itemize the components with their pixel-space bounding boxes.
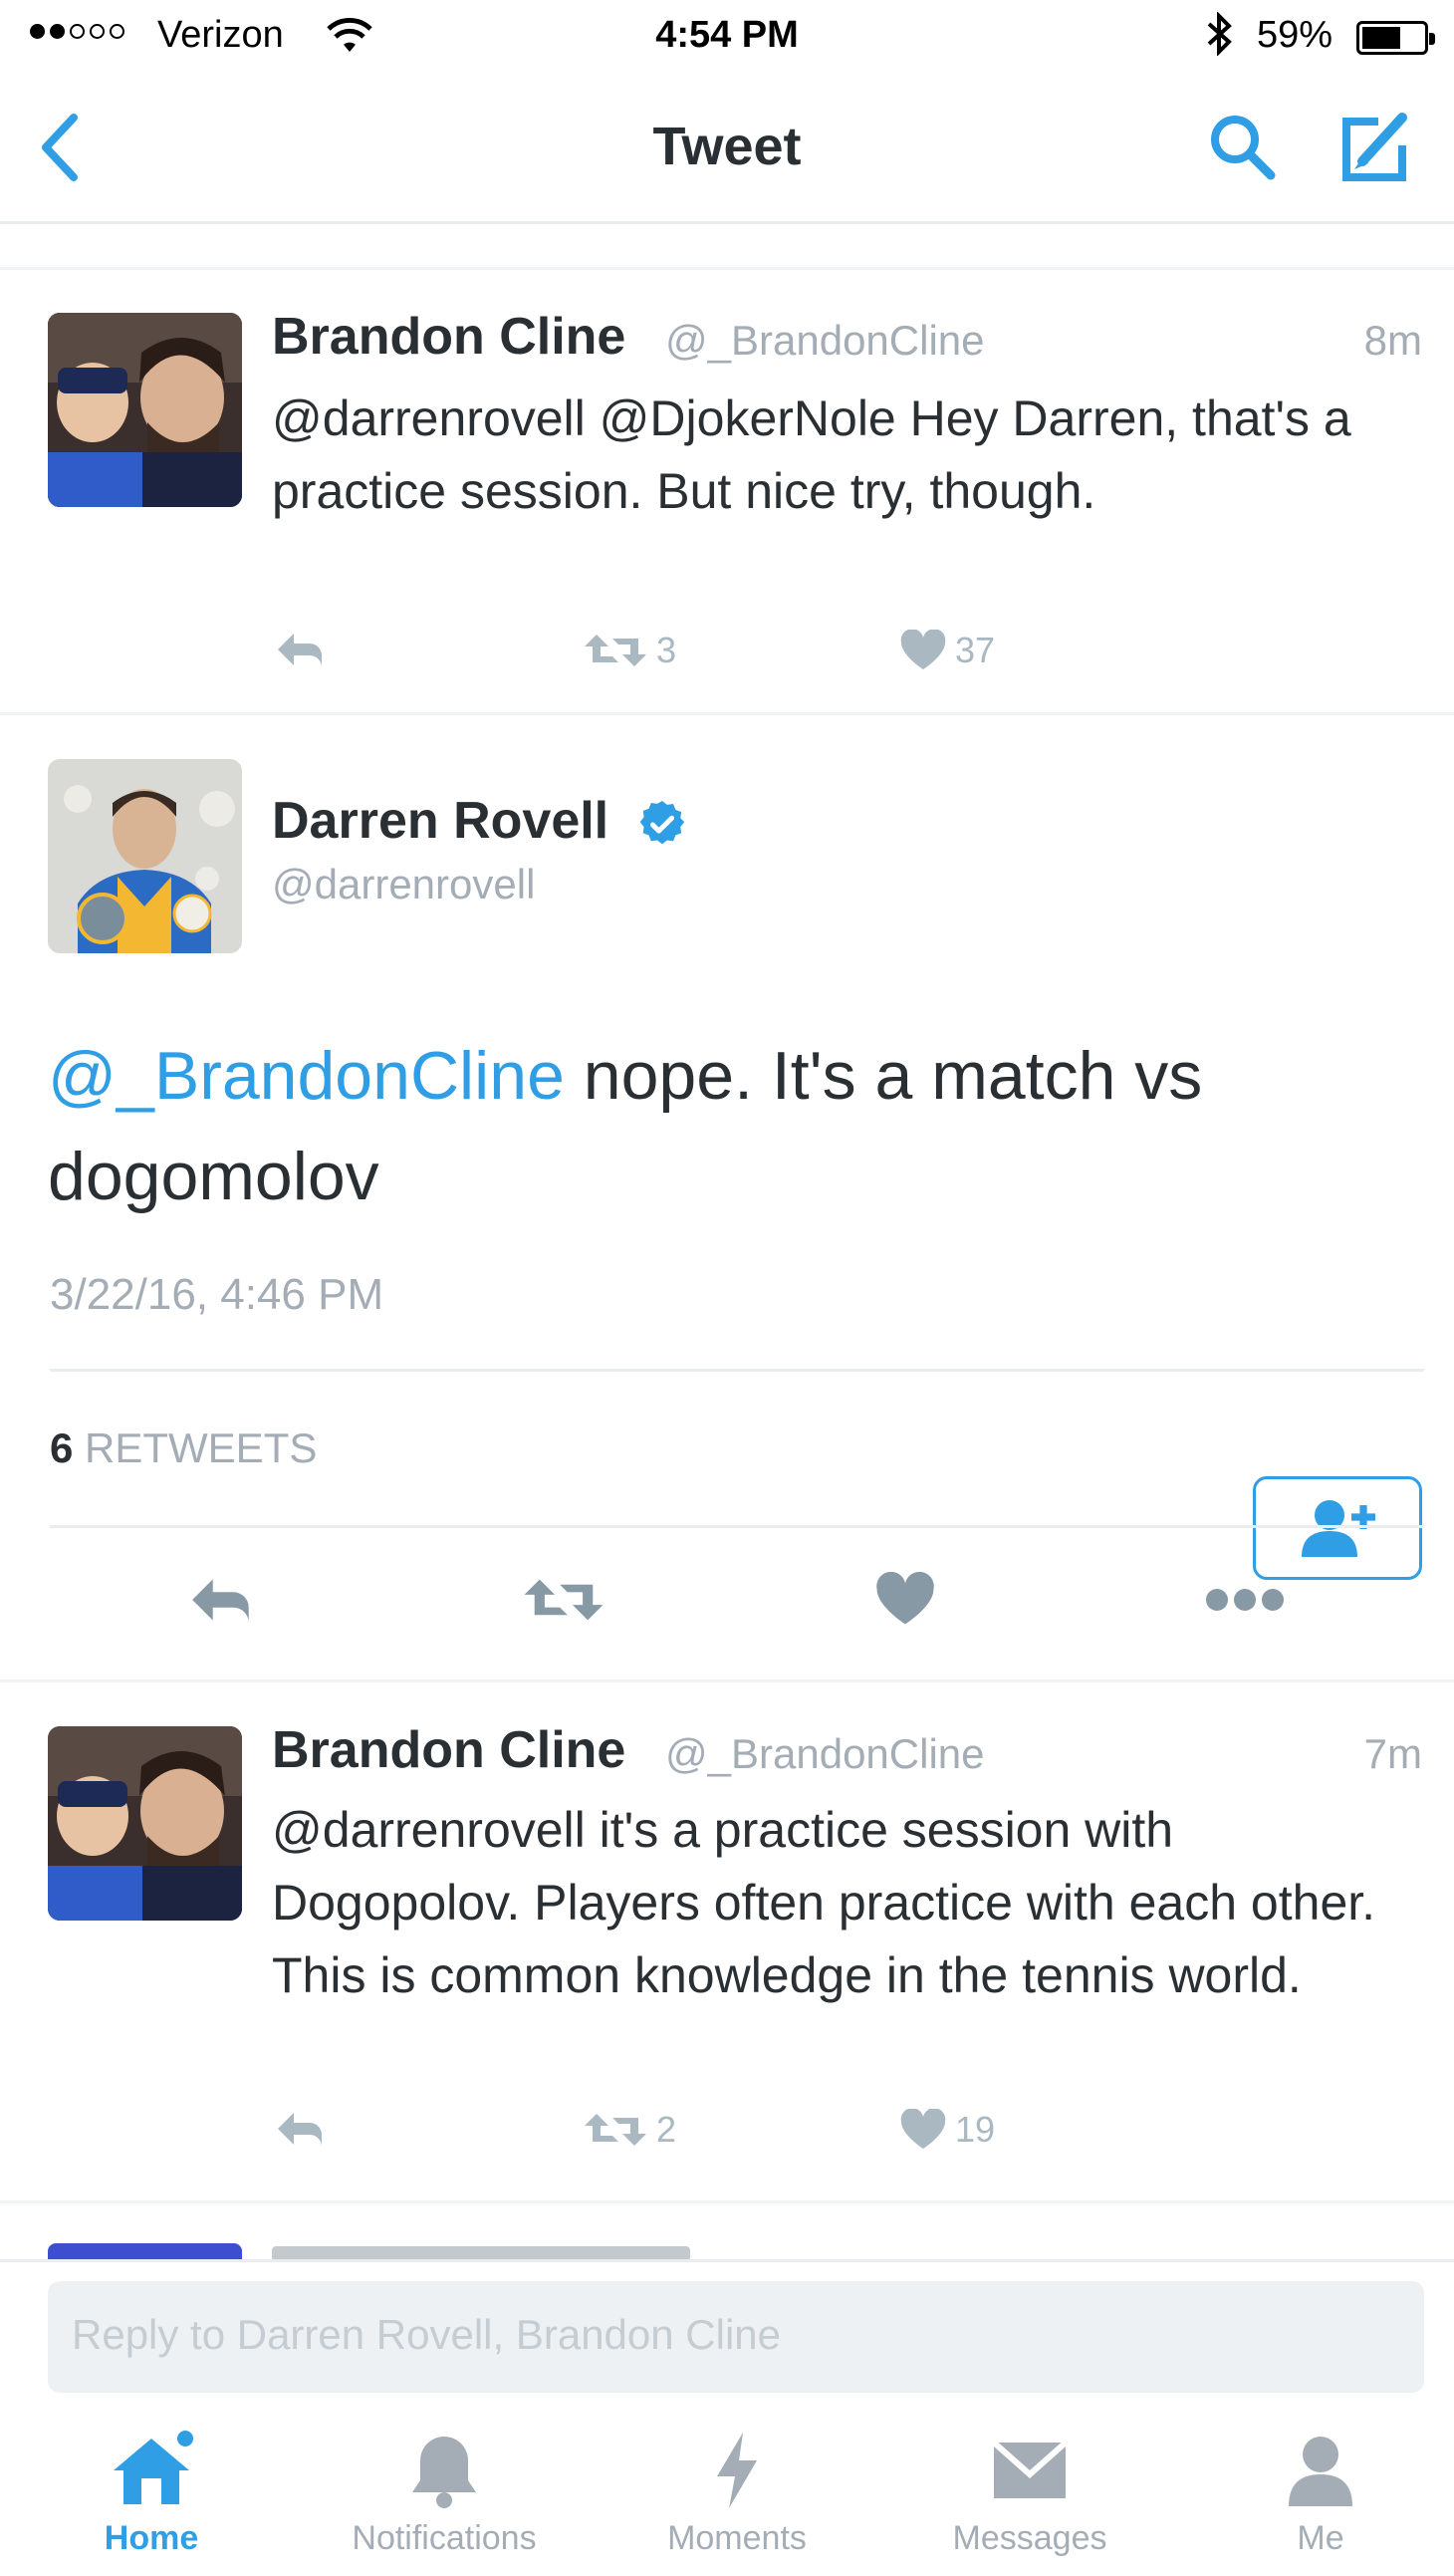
tab-label: Moments [667,2519,807,2557]
divider [50,1525,1424,1528]
tweet-text: @darrenrovell it's a practice session wi… [272,1802,1376,2003]
status-time: 4:54 PM [655,14,799,56]
like-button[interactable]: 37 [899,630,995,671]
divider [50,1369,1424,1372]
retweet-button[interactable] [522,1574,606,1631]
like-button[interactable]: 19 [899,2109,995,2151]
retweet-count: 3 [656,630,677,670]
retweet-button[interactable]: 2 [583,2109,676,2151]
envelope-icon [992,2440,1068,2498]
author-name[interactable]: Darren Rovell [272,791,608,851]
tweet-reply-below[interactable]: Brandon Cline @_BrandonCline 7m @darrenr… [0,1682,1454,2200]
retweet-icon [585,2114,646,2146]
tab-label: Home [104,2519,199,2557]
heart-icon [876,1571,934,1625]
reply-icon [192,1579,249,1624]
tweet-time: 8m [1363,317,1422,364]
avatar[interactable] [48,1726,242,1921]
heart-icon [900,630,946,669]
tab-label: Messages [952,2519,1107,2557]
tab-home[interactable]: Home [22,2431,281,2558]
tab-label: Notifications [352,2519,537,2557]
tab-moments[interactable]: Moments [607,2431,866,2558]
author-name[interactable]: Brandon Cline [272,1720,625,1780]
app: Verizon 4:54 PM 59% Tweet Brandon Cline … [0,0,1454,2576]
tab-me[interactable]: Me [1191,2431,1450,2558]
compose-icon[interactable] [1334,110,1414,190]
retweets-label: RETWEETS [85,1424,318,1471]
reply-input[interactable]: Reply to Darren Rovell, Brandon Cline [48,2281,1424,2393]
search-icon[interactable] [1207,112,1279,188]
tweet-timestamp: 3/22/16, 4:46 PM [50,1270,384,1319]
like-count: 37 [955,630,996,670]
bluetooth-icon [1205,11,1235,66]
bell-icon [412,2437,476,2508]
tab-bar: Home Notifications Moments Messages Me [0,2411,1454,2576]
author-name[interactable]: Brandon Cline [272,307,625,367]
heart-icon [900,2109,946,2149]
battery-percent: 59% [1257,14,1333,56]
avatar[interactable] [48,313,242,507]
nav-bar: Tweet [0,72,1454,221]
lightning-icon [717,2433,757,2508]
tweet-reply-above[interactable]: Brandon Cline @_BrandonCline 8m @darrenr… [0,269,1454,712]
reply-button[interactable] [187,1574,259,1631]
add-user-icon [1302,1500,1375,1557]
mention-link[interactable]: @_BrandonCline [48,1038,565,1114]
battery-icon [1356,21,1435,55]
tweet-text: @darrenrovell @DjokerNole Hey Darren, th… [272,390,1351,519]
tweet-time: 7m [1363,1730,1422,1777]
tab-label: Me [1297,2519,1344,2557]
reply-button[interactable] [274,630,330,669]
author-handle[interactable]: @darrenrovell [272,861,535,908]
nav-divider [0,221,1454,224]
more-options-icon[interactable] [1205,1586,1285,1619]
avatar[interactable] [48,759,242,953]
like-button[interactable] [874,1571,936,1633]
status-bar: Verizon 4:54 PM 59% [0,0,1454,72]
retweet-icon [524,1579,604,1621]
reply-icon [278,2113,322,2147]
retweet-count: 2 [656,2109,677,2150]
follow-button[interactable] [1253,1476,1422,1580]
composer-divider [0,2259,1454,2262]
verified-badge-icon [639,801,685,852]
retweets-count: 6 [50,1424,74,1471]
author-handle[interactable]: @_BrandonCline [665,317,985,365]
divider [0,2200,1454,2203]
tab-notifications[interactable]: Notifications [315,2431,574,2558]
retweet-icon [585,635,646,666]
main-tweet-text: @_BrandonCline nope. It's a match vs dog… [48,1026,1422,1227]
person-icon [1289,2437,1352,2506]
retweet-button[interactable]: 3 [583,630,676,671]
retweets-stat[interactable]: 6 RETWEETS [50,1424,317,1472]
home-icon [114,2431,193,2504]
like-count: 19 [955,2109,996,2150]
author-handle[interactable]: @_BrandonCline [665,1730,985,1778]
reply-icon [278,634,322,667]
reply-button[interactable] [274,2109,330,2149]
tab-messages[interactable]: Messages [900,2431,1159,2558]
